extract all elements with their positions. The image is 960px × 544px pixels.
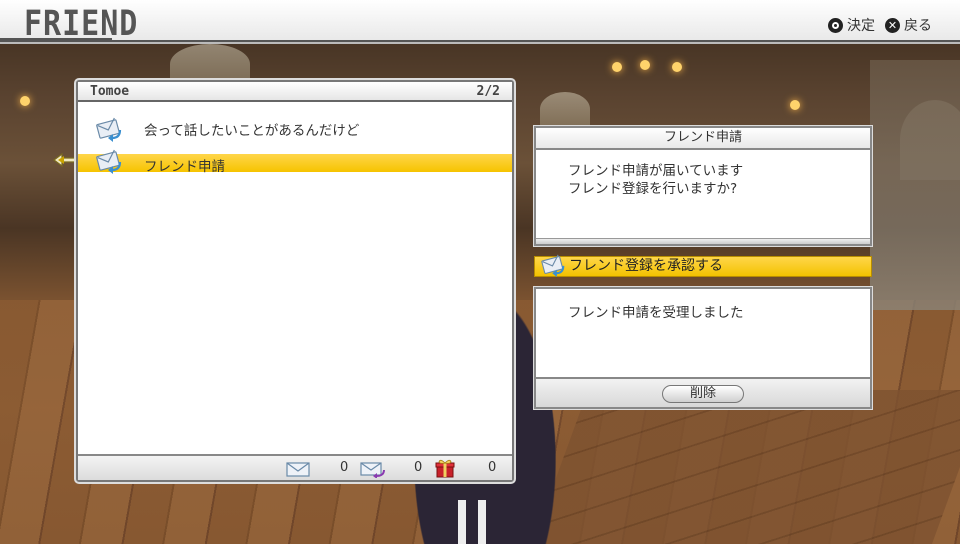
message-subject: フレンド申請 <box>144 159 225 175</box>
detail-line: フレンド登録を行いますか? <box>568 181 738 197</box>
background-stage <box>531 390 960 544</box>
reply-mail-icon <box>360 462 385 478</box>
reply-count: 0 <box>414 460 423 475</box>
character-legs <box>452 500 492 544</box>
circle-button-icon <box>828 17 843 33</box>
mail-count: 0 <box>340 460 349 475</box>
message-item-selected[interactable]: フレンド申請 <box>78 149 512 175</box>
detail-line: フレンド申請が届いています <box>568 163 744 179</box>
message-item[interactable]: 会って話したいことがあるんだけど <box>78 112 512 142</box>
title-underline <box>0 38 112 41</box>
detail-title: フレンド申請 <box>536 128 870 150</box>
back-label[interactable]: 戻る <box>904 15 932 35</box>
mail-reply-icon <box>541 254 565 277</box>
gift-count: 0 <box>488 460 497 475</box>
lamp-icon <box>672 62 682 72</box>
detail-body: フレンド申請が届いています フレンド登録を行いますか? <box>536 150 870 198</box>
message-list-footer: 0 0 0 <box>78 454 512 480</box>
page-indicator: 2/2 <box>476 84 500 99</box>
detail-footer <box>536 238 870 244</box>
approve-label: フレンド登録を承認する <box>569 258 723 274</box>
result-text: フレンド申請を受理しました <box>568 305 744 321</box>
background-window <box>170 44 250 84</box>
result-panel: フレンド申請を受理しました 削除 <box>534 287 872 409</box>
header-bar: FRIEND 決定 ✕ 戻る <box>0 0 960 44</box>
approve-friend-button[interactable]: フレンド登録を承認する <box>534 254 872 277</box>
mail-icon <box>286 462 310 477</box>
lamp-icon <box>612 62 622 72</box>
confirm-label[interactable]: 決定 <box>847 15 875 35</box>
button-guide: 決定 ✕ 戻る <box>828 15 938 35</box>
cross-button-icon: ✕ <box>885 17 900 33</box>
result-footer: 削除 <box>536 377 870 407</box>
message-list-header: Tomoe 2/2 <box>78 82 512 102</box>
mail-reply-icon <box>96 149 122 174</box>
gift-icon <box>435 459 455 478</box>
lamp-icon <box>790 100 800 110</box>
lamp-icon <box>20 96 30 106</box>
friend-name: Tomoe <box>90 84 130 99</box>
message-list-panel: Tomoe 2/2 会って話したいことがあるんだけど フレンド申請 0 0 0 <box>76 80 514 482</box>
message-subject: 会って話したいことがあるんだけど <box>144 123 360 139</box>
delete-button[interactable]: 削除 <box>662 385 744 403</box>
background-wall <box>870 60 960 310</box>
request-detail-panel: フレンド申請 フレンド申請が届いています フレンド登録を行いますか? <box>534 126 872 246</box>
mail-reply-icon <box>96 117 122 142</box>
lamp-icon <box>640 60 650 70</box>
background-window <box>540 92 590 126</box>
